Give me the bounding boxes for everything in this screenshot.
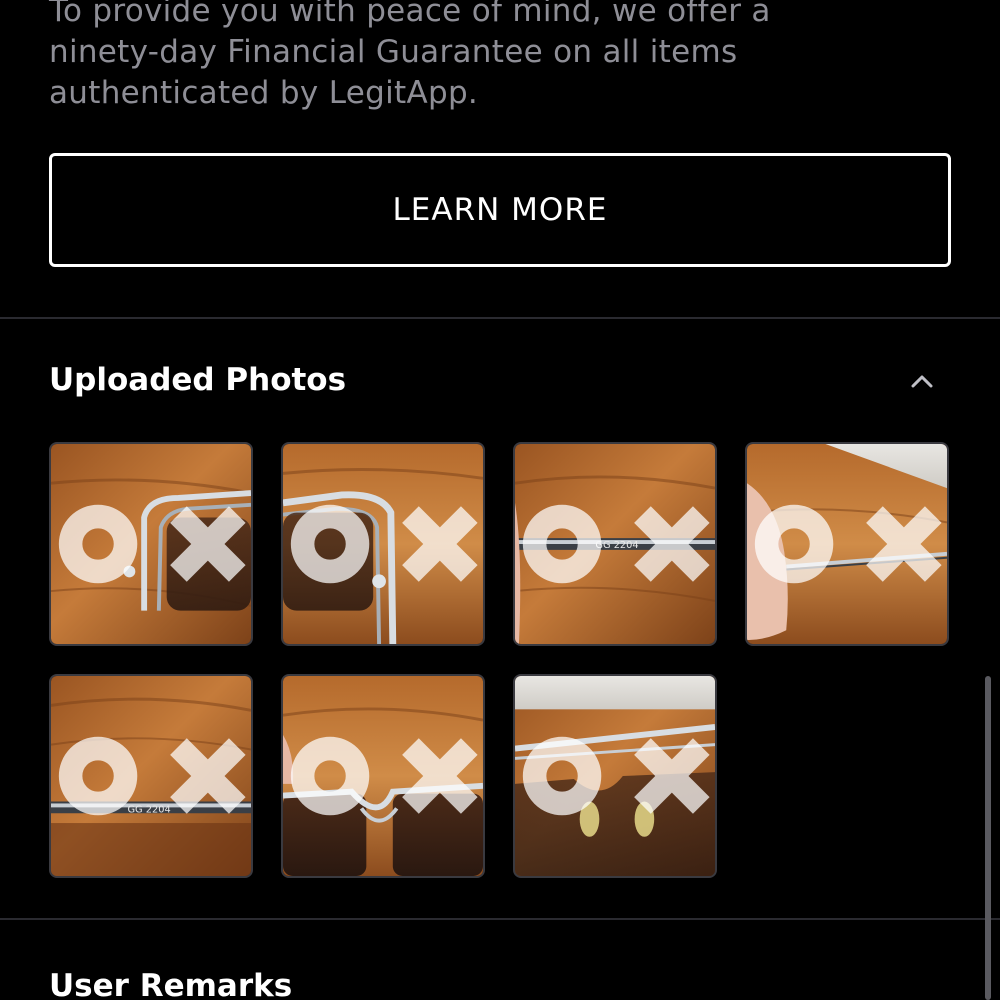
nose-pads-photo [515,676,715,876]
scrollbar-thumb[interactable] [985,676,991,1000]
glasses-bridge-photo [283,676,483,876]
section-divider-top [0,317,1000,319]
chevron-up-icon [911,375,933,388]
user-remarks-title: User Remarks [49,968,293,1000]
glasses-frame-photo [51,444,251,644]
temple-arm-photo: GG 2204 [515,444,715,644]
temple-arm-closeup-photo: GG 2204 [51,676,251,876]
uploaded-photos-title: Uploaded Photos [49,362,347,398]
uploaded-photo-2[interactable] [281,442,485,646]
uploaded-photo-1[interactable] [49,442,253,646]
uploaded-photo-6[interactable] [281,674,485,878]
guarantee-description: To provide you with peace of mind, we of… [49,0,969,114]
engraving-text: GG 2204 [595,540,638,551]
uploaded-photo-4[interactable] [745,442,949,646]
section-divider-bottom [0,918,1000,920]
glasses-hinge-photo [283,444,483,644]
engraving-text: GG 2204 [127,804,170,815]
uploaded-photo-3[interactable]: GG 2204 [513,442,717,646]
uploaded-photo-5[interactable]: GG 2204 [49,674,253,878]
learn-more-button[interactable]: LEARN MORE [49,153,951,267]
uploaded-photo-7[interactable] [513,674,717,878]
guarantee-line-3: authenticated by LegitApp. [49,75,479,111]
temple-arm-in-hand-photo [747,444,947,644]
guarantee-line-1: To provide you with peace of mind, we of… [49,0,771,29]
guarantee-line-2: ninety-day Financial Guarantee on all it… [49,34,738,70]
collapse-photos-button[interactable] [902,364,942,398]
